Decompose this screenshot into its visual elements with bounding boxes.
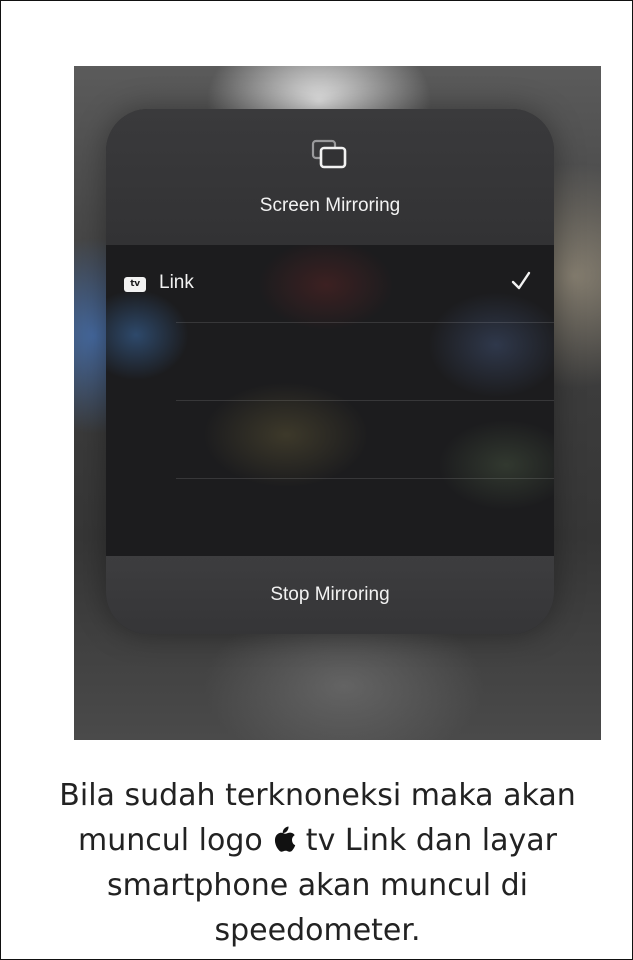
device-name: Link	[159, 272, 194, 293]
stop-mirroring-button[interactable]: Stop Mirroring	[106, 556, 554, 634]
caption-line-4: speedometer.	[214, 913, 421, 948]
caption-line-3: smartphone akan muncul di	[107, 868, 528, 903]
caption-line-1: Bila sudah terknoneksi maka akan	[59, 778, 576, 813]
page-frame: Screen Mirroring tv Link Stop Mirroring …	[0, 0, 633, 960]
checkmark-icon	[511, 271, 531, 290]
device-row-empty	[106, 323, 554, 401]
apple-tv-icon: tv	[124, 277, 146, 292]
screen-mirroring-panel: Screen Mirroring tv Link Stop Mirroring	[106, 109, 554, 634]
apple-tv-badge-text: tv	[130, 279, 140, 289]
device-row-link[interactable]: tv Link	[106, 245, 554, 323]
device-row-empty	[106, 401, 554, 479]
screenshot: Screen Mirroring tv Link Stop Mirroring	[74, 66, 601, 740]
caption: Bila sudah terknoneksi maka akan muncul …	[1, 773, 633, 953]
screen-mirroring-icon	[311, 139, 347, 169]
apple-logo-icon	[275, 826, 296, 852]
panel-header: Screen Mirroring	[106, 109, 554, 245]
device-list: tv Link	[106, 245, 554, 556]
caption-line-2-after: tv Link dan layar	[296, 823, 557, 858]
device-row-empty	[106, 479, 554, 557]
panel-title: Screen Mirroring	[259, 195, 401, 216]
caption-line-2-before: muncul logo	[78, 823, 273, 858]
caption-line-2: muncul logo tv Link dan layar	[1, 818, 633, 863]
